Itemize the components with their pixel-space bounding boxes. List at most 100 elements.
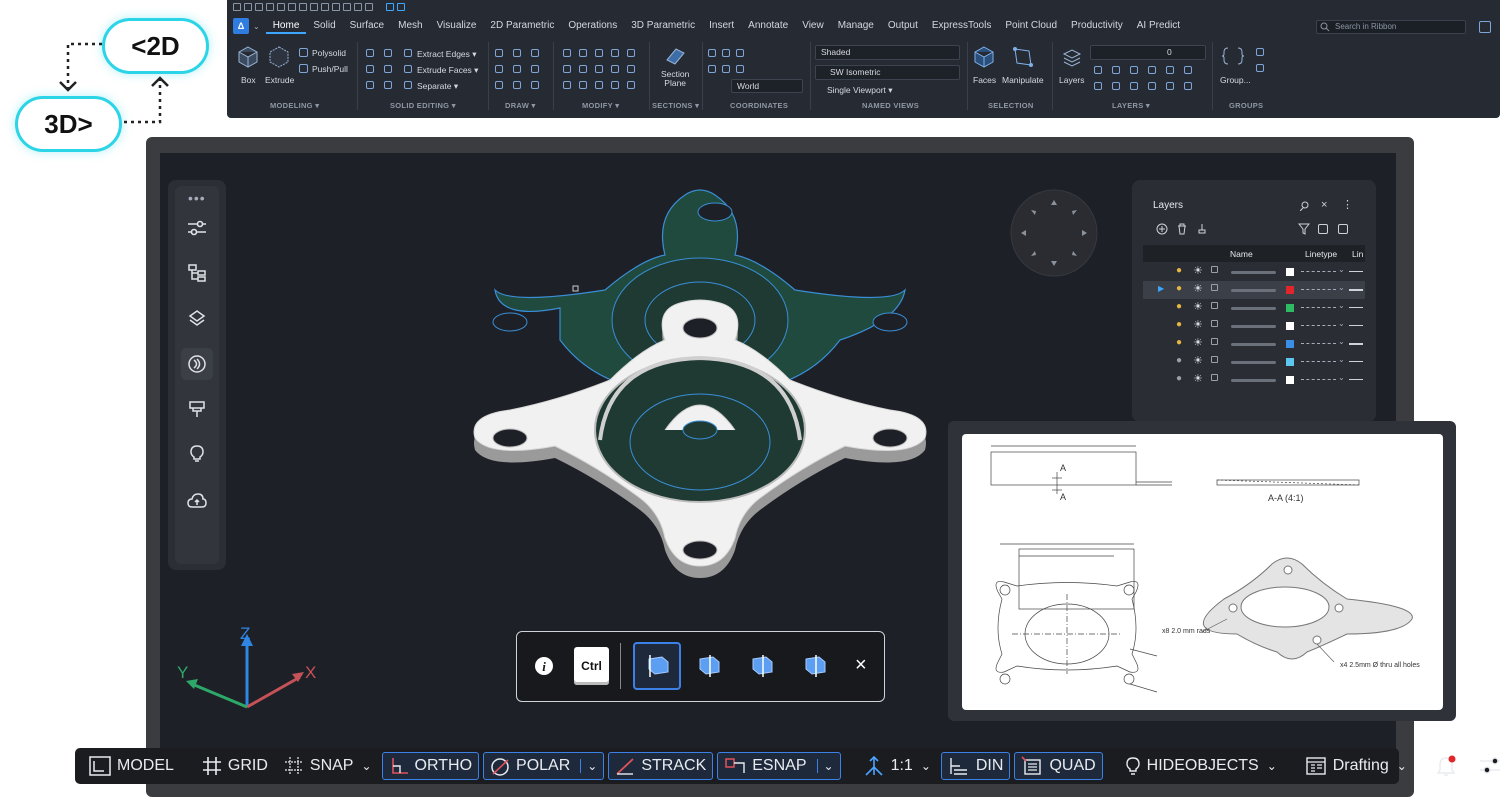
- layers-close-icon[interactable]: ×: [1321, 199, 1327, 211]
- chevron-down-icon[interactable]: ⌄: [1338, 283, 1345, 292]
- layer-color-swatch[interactable]: [1286, 322, 1294, 330]
- box-3d-icon[interactable]: [397, 3, 405, 11]
- draw-tool-icon[interactable]: [531, 65, 539, 73]
- ucs-tool-icon[interactable]: [736, 49, 744, 57]
- layer-tool-icon[interactable]: [1184, 66, 1192, 74]
- extrude-icon[interactable]: [268, 45, 290, 69]
- polysolid-icon[interactable]: [299, 48, 308, 57]
- layer-on-icon[interactable]: ●: [1176, 355, 1182, 366]
- named-view-select[interactable]: SW Isometric: [815, 65, 960, 80]
- layer-tool-icon[interactable]: [1112, 66, 1120, 74]
- tab-productivity[interactable]: Productivity: [1064, 18, 1130, 34]
- layer-color-swatch[interactable]: [1286, 376, 1294, 384]
- layer-linetype[interactable]: [1301, 361, 1336, 363]
- layer-tool-icon[interactable]: [1166, 82, 1174, 90]
- copy-icon[interactable]: [310, 3, 318, 11]
- box-button[interactable]: Box: [241, 75, 256, 85]
- hideobjects-select[interactable]: HIDEOBJECTS ⌄: [1119, 752, 1283, 780]
- layer-linetype[interactable]: [1301, 343, 1336, 345]
- group-icon[interactable]: [1222, 45, 1244, 67]
- tab-3d-parametric[interactable]: 3D Parametric: [624, 18, 702, 34]
- layer-row[interactable]: ● ☀ ⌄: [1143, 263, 1365, 281]
- layer-linetype[interactable]: [1301, 379, 1336, 381]
- polysolid-button[interactable]: Polysolid: [312, 48, 346, 58]
- ribbon-search-input[interactable]: Search in Ribbon: [1316, 20, 1466, 34]
- tips-panel-button[interactable]: [181, 438, 213, 470]
- tab-operations[interactable]: Operations: [561, 18, 624, 34]
- ortho-toggle[interactable]: ORTHO: [381, 752, 480, 780]
- ucs-tool-icon[interactable]: [708, 65, 716, 73]
- delete-layer-icon[interactable]: [1176, 223, 1188, 235]
- layer-lock-icon[interactable]: [1211, 320, 1218, 327]
- draw-tool-icon[interactable]: [495, 81, 503, 89]
- solid-edit-tool-icon[interactable]: [384, 65, 392, 73]
- draw-tool-icon[interactable]: [513, 49, 521, 57]
- layer-lineweight[interactable]: [1349, 271, 1363, 272]
- snap-toggle[interactable]: SNAP ⌄: [278, 752, 378, 780]
- new-layer-icon[interactable]: [1156, 223, 1168, 235]
- layer-on-icon[interactable]: ●: [1176, 373, 1182, 384]
- layer-lock-icon[interactable]: [1211, 266, 1218, 273]
- layer-on-icon[interactable]: ●: [1176, 283, 1182, 294]
- modify-tool-icon[interactable]: [579, 81, 587, 89]
- layer-on-icon[interactable]: ●: [1176, 337, 1182, 348]
- faces-button[interactable]: Faces: [973, 75, 996, 85]
- manipulate-button[interactable]: Manipulate: [1002, 75, 1044, 85]
- current-layer-select[interactable]: 0: [1090, 45, 1206, 60]
- layer-lineweight[interactable]: [1349, 289, 1363, 291]
- solid-edit-tool-icon[interactable]: [384, 49, 392, 57]
- layer-tool-icon[interactable]: [1112, 82, 1120, 90]
- layer-tool-icon[interactable]: [1130, 66, 1138, 74]
- section-plane-icon[interactable]: [664, 45, 686, 67]
- align-left-icon[interactable]: [646, 654, 672, 678]
- align-middle-icon[interactable]: [750, 654, 776, 678]
- chevron-down-icon[interactable]: ⌄: [1338, 301, 1345, 310]
- info-icon[interactable]: i: [534, 656, 554, 676]
- modify-tool-icon[interactable]: [627, 49, 635, 57]
- layer-color-swatch[interactable]: [1286, 358, 1294, 366]
- solid-edit-sub-tool-icon[interactable]: [404, 49, 412, 57]
- layer-row[interactable]: ▶ ● ☀ ⌄: [1143, 281, 1365, 299]
- layer-row[interactable]: ● ☀ ⌄: [1143, 317, 1365, 335]
- tab-point-cloud[interactable]: Point Cloud: [998, 18, 1064, 34]
- tab-expresstools[interactable]: ExpressTools: [925, 18, 998, 34]
- layer-states-icon[interactable]: [1318, 224, 1328, 234]
- box-2d-icon[interactable]: [386, 3, 394, 11]
- layer-tool-icon[interactable]: [1166, 66, 1174, 74]
- save-as-icon[interactable]: [266, 3, 274, 11]
- layer-lock-icon[interactable]: [1211, 374, 1218, 381]
- save-icon[interactable]: [255, 3, 263, 11]
- layer-lock-icon[interactable]: [1211, 338, 1218, 345]
- tab-annotate[interactable]: Annotate: [741, 18, 795, 34]
- attributes-panel-button[interactable]: [181, 393, 213, 425]
- layers-header-name[interactable]: Name: [1230, 249, 1253, 259]
- viewport-select[interactable]: Single Viewport ▾: [827, 85, 893, 96]
- tab-2d-parametric[interactable]: 2D Parametric: [483, 18, 561, 34]
- modify-tool-icon[interactable]: [563, 81, 571, 89]
- ucs-tool-icon[interactable]: [736, 65, 744, 73]
- print-icon[interactable]: [277, 3, 285, 11]
- group-button[interactable]: Group...: [1220, 75, 1251, 85]
- strack-toggle[interactable]: STRACK: [608, 752, 714, 780]
- ucs-tool-icon[interactable]: [722, 65, 730, 73]
- chevron-down-icon[interactable]: ⌄: [1338, 373, 1345, 382]
- layer-linetype[interactable]: [1301, 289, 1336, 291]
- drawing-explorer-button[interactable]: [181, 348, 213, 380]
- layer-color-swatch[interactable]: [1286, 268, 1294, 276]
- paste-icon[interactable]: [321, 3, 329, 11]
- modify-tool-icon[interactable]: [627, 81, 635, 89]
- layer-freeze-icon[interactable]: ☀: [1193, 282, 1203, 295]
- layer-row[interactable]: ● ☀ ⌄: [1143, 335, 1365, 353]
- modify-tool-icon[interactable]: [627, 65, 635, 73]
- ucs-world-select[interactable]: World: [731, 79, 803, 93]
- layer-lock-icon[interactable]: [1211, 284, 1218, 291]
- modify-tool-icon[interactable]: [579, 49, 587, 57]
- layer-linetype[interactable]: [1301, 271, 1336, 273]
- layer-lineweight[interactable]: [1349, 343, 1363, 345]
- layer-row[interactable]: ● ☀ ⌄: [1143, 371, 1365, 389]
- layer-freeze-icon[interactable]: ☀: [1193, 336, 1203, 349]
- cloud-upload-button[interactable]: [181, 485, 213, 517]
- chevron-down-icon[interactable]: ⌄: [1338, 319, 1345, 328]
- undo-icon[interactable]: [288, 3, 296, 11]
- solid-edit-sub-tool-icon[interactable]: [404, 81, 412, 89]
